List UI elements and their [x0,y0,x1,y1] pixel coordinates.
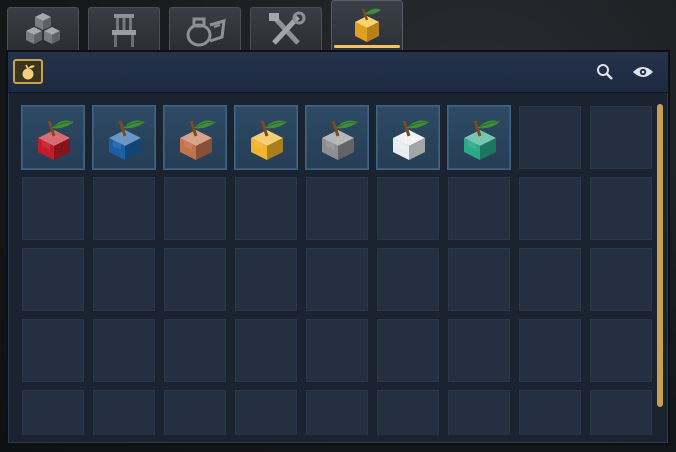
inventory-slot[interactable] [376,389,440,435]
inventory-slot[interactable] [447,318,511,383]
inventory-slot[interactable] [589,105,653,170]
inventory-slot[interactable] [92,318,156,383]
inventory-slot[interactable] [163,389,227,435]
inventory-slot[interactable] [21,176,85,241]
inventory-slot[interactable] [518,318,582,383]
inventory-slot[interactable] [234,176,298,241]
tab-furniture[interactable] [88,7,160,51]
chair-icon [112,13,136,47]
inventory-slot[interactable] [589,247,653,312]
tab-building-blocks[interactable] [7,7,79,51]
category-tab-bar [0,0,676,52]
apple-filter-icon [22,64,35,79]
inventory-slot[interactable] [163,176,227,241]
cauldron-potion-icon [186,17,226,46]
inventory-slot[interactable] [447,247,511,312]
inventory-slot[interactable] [518,247,582,312]
inventory-slot[interactable] [518,389,582,435]
inventory-slot[interactable] [305,176,369,241]
inventory-slot[interactable] [376,247,440,312]
inventory-slot[interactable] [447,176,511,241]
inventory-slot[interactable] [92,105,156,170]
inventory-slot[interactable] [376,318,440,383]
inventory-slot[interactable] [234,318,298,383]
inventory-slot[interactable] [163,105,227,170]
inventory-slot[interactable] [376,176,440,241]
tab-tools[interactable] [250,7,322,51]
inventory-slot[interactable] [305,247,369,312]
inventory-panel [6,50,670,445]
inventory-slot[interactable] [163,247,227,312]
inventory-slot[interactable] [163,318,227,383]
food-filter-button[interactable] [13,59,43,84]
inventory-slot[interactable] [376,105,440,170]
inventory-slot[interactable] [447,105,511,170]
crossed-tools-icon [269,11,306,45]
emerald-apple-cube-icon [464,120,500,160]
inventory-slot[interactable] [589,176,653,241]
scrollbar-thumb[interactable] [657,104,663,407]
tab-special-food[interactable] [331,0,403,50]
tab-brewing[interactable] [169,7,241,51]
inventory-slot[interactable] [21,389,85,435]
item-grid [21,105,657,435]
inventory-slot[interactable] [92,176,156,241]
inventory-slot[interactable] [589,318,653,383]
inventory-slot[interactable] [518,105,582,170]
inventory-slot[interactable] [234,105,298,170]
inventory-slot[interactable] [518,176,582,241]
inventory-slot[interactable] [92,389,156,435]
golden-apple-cube-icon [355,8,381,42]
eye-icon[interactable] [632,65,654,79]
copper-apple-cube-icon [180,120,216,160]
inventory-slot[interactable] [589,389,653,435]
red-apple-cube-icon [38,120,74,160]
inventory-slot[interactable] [234,247,298,312]
inventory-slot[interactable] [21,247,85,312]
panel-toolbar [8,52,668,93]
inventory-slot[interactable] [305,389,369,435]
blue-apple-cube-icon [109,120,145,160]
inventory-slot[interactable] [21,318,85,383]
stacked-cubes-icon [26,12,60,44]
iron-apple-cube-icon [322,120,358,160]
inventory-slot[interactable] [305,318,369,383]
inventory-slot[interactable] [305,105,369,170]
inventory-slot[interactable] [447,389,511,435]
gold-apple-cube-icon [251,120,287,160]
inventory-slot[interactable] [21,105,85,170]
inventory-slot[interactable] [92,247,156,312]
inventory-slot[interactable] [234,389,298,435]
quartz-apple-cube-icon [393,120,429,160]
search-icon[interactable] [596,63,614,81]
